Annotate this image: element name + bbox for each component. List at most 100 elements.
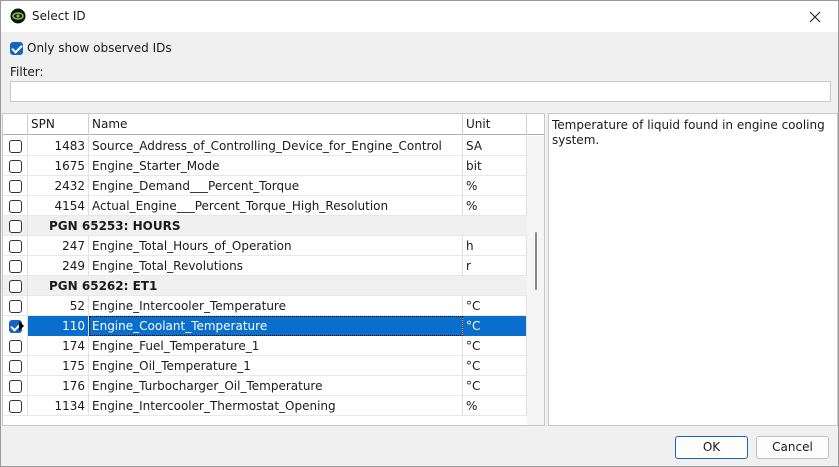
table-row[interactable]: 1675 Engine_Starter_Mode bit bbox=[3, 156, 527, 176]
row-checkbox-cell[interactable] bbox=[3, 376, 28, 396]
spn-cell[interactable]: 1675 bbox=[28, 156, 89, 176]
window-title: Select ID bbox=[32, 9, 86, 23]
current-row-arrow-icon bbox=[19, 321, 24, 331]
unit-cell[interactable]: °C bbox=[463, 376, 527, 396]
row-checkbox[interactable] bbox=[8, 219, 22, 233]
row-checkbox-cell[interactable] bbox=[3, 316, 28, 336]
unit-cell[interactable]: °C bbox=[463, 336, 527, 356]
only-observed-option[interactable]: Only show observed IDs bbox=[10, 41, 172, 55]
scrollbar-thumb[interactable] bbox=[535, 232, 537, 290]
unit-cell[interactable]: % bbox=[463, 176, 527, 196]
unit-cell[interactable]: r bbox=[463, 256, 527, 276]
row-checkbox[interactable] bbox=[8, 179, 22, 193]
ok-button[interactable]: OK bbox=[675, 436, 748, 459]
unit-cell[interactable]: h bbox=[463, 236, 527, 256]
close-button[interactable] bbox=[792, 1, 838, 32]
description-text: Temperature of liquid found in engine co… bbox=[552, 118, 825, 147]
group-label: PGN 65262: ET1 bbox=[49, 279, 158, 293]
spn-cell[interactable]: 1483 bbox=[28, 136, 89, 156]
header-unit[interactable]: Unit bbox=[463, 114, 527, 135]
name-cell[interactable]: Engine_Starter_Mode bbox=[89, 156, 463, 176]
name-cell[interactable]: Engine_Total_Hours_of_Operation bbox=[89, 236, 463, 256]
table-row[interactable]: 1483 Source_Address_of_Controlling_Device… bbox=[3, 136, 527, 156]
row-checkbox[interactable] bbox=[8, 239, 22, 253]
spn-cell[interactable]: 175 bbox=[28, 356, 89, 376]
row-checkbox[interactable] bbox=[8, 259, 22, 273]
name-cell[interactable]: Engine_Coolant_Temperature bbox=[89, 316, 463, 336]
spn-cell[interactable]: 176 bbox=[28, 376, 89, 396]
unit-cell[interactable]: SA bbox=[463, 136, 527, 156]
row-checkbox[interactable] bbox=[8, 279, 22, 293]
row-checkbox-cell[interactable] bbox=[3, 196, 28, 216]
row-checkbox-cell[interactable] bbox=[3, 136, 28, 156]
table-row[interactable]: 174 Engine_Fuel_Temperature_1 °C bbox=[3, 336, 527, 356]
description-panel: Temperature of liquid found in engine co… bbox=[548, 113, 838, 426]
table-row[interactable]: 110 Engine_Coolant_Temperature °C bbox=[3, 316, 527, 336]
table-row[interactable]: 176 Engine_Turbocharger_Oil_Temperature °C bbox=[3, 376, 527, 396]
grid-rows: 1483 Source_Address_of_Controlling_Device… bbox=[3, 136, 527, 416]
row-checkbox-cell[interactable] bbox=[3, 256, 28, 276]
name-cell[interactable]: Engine_Fuel_Temperature_1 bbox=[89, 336, 463, 356]
row-checkbox-cell[interactable] bbox=[3, 356, 28, 376]
table-row[interactable]: 249 Engine_Total_Revolutions r bbox=[3, 256, 527, 276]
unit-cell[interactable]: °C bbox=[463, 356, 527, 376]
unit-cell[interactable]: °C bbox=[463, 316, 527, 336]
table-row[interactable]: 4154 Actual_Engine___Percent_Torque_High_… bbox=[3, 196, 527, 216]
table-row[interactable]: 175 Engine_Oil_Temperature_1 °C bbox=[3, 356, 527, 376]
cancel-button[interactable]: Cancel bbox=[756, 436, 829, 459]
unit-cell[interactable]: °C bbox=[463, 296, 527, 316]
row-checkbox[interactable] bbox=[8, 379, 22, 393]
filter-input[interactable] bbox=[10, 81, 831, 102]
row-checkbox-cell[interactable] bbox=[3, 336, 28, 356]
spn-cell[interactable]: 1134 bbox=[28, 396, 89, 416]
row-checkbox-cell[interactable] bbox=[3, 296, 28, 316]
grid-header: SPN Name Unit bbox=[3, 114, 544, 135]
row-checkbox[interactable] bbox=[8, 159, 22, 173]
group-row[interactable]: PGN 65262: ET1 bbox=[3, 276, 527, 296]
name-cell[interactable]: Engine_Intercooler_Temperature bbox=[89, 296, 463, 316]
header-name[interactable]: Name bbox=[89, 114, 463, 135]
id-grid: SPN Name Unit 1483 Source_Address_of_Cont… bbox=[2, 113, 545, 426]
row-checkbox[interactable] bbox=[8, 139, 22, 153]
spn-cell[interactable]: 110 bbox=[28, 316, 89, 336]
table-row[interactable]: 2432 Engine_Demand___Percent_Torque% bbox=[3, 176, 527, 196]
table-row[interactable]: 247 Engine_Total_Hours_of_Operation h bbox=[3, 236, 527, 256]
only-observed-checkbox[interactable] bbox=[10, 41, 23, 55]
unit-cell[interactable]: bit bbox=[463, 156, 527, 176]
unit-cell[interactable]: % bbox=[463, 396, 527, 416]
row-checkbox[interactable] bbox=[8, 299, 22, 313]
name-cell[interactable]: Engine_Oil_Temperature_1 bbox=[89, 356, 463, 376]
unit-cell[interactable]: % bbox=[463, 196, 527, 216]
name-cell[interactable]: Engine_Turbocharger_Oil_Temperature bbox=[89, 376, 463, 396]
spn-cell[interactable]: 249 bbox=[28, 256, 89, 276]
row-checkbox[interactable] bbox=[8, 399, 22, 413]
row-checkbox-cell[interactable] bbox=[3, 176, 28, 196]
spn-cell[interactable]: 174 bbox=[28, 336, 89, 356]
spn-cell[interactable]: 247 bbox=[28, 236, 89, 256]
spn-cell[interactable]: 2432 bbox=[28, 176, 89, 196]
row-checkbox-cell[interactable] bbox=[3, 276, 28, 296]
row-checkbox[interactable] bbox=[8, 339, 22, 353]
filter-label: Filter: bbox=[10, 65, 44, 79]
vertical-scrollbar[interactable] bbox=[527, 136, 544, 425]
table-row[interactable]: 52 Engine_Intercooler_Temperature °C bbox=[3, 296, 527, 316]
row-checkbox-cell[interactable] bbox=[3, 396, 28, 416]
group-label: PGN 65253: HOURS bbox=[49, 219, 181, 233]
name-cell[interactable]: Source_Address_of_Controlling_Device_for… bbox=[89, 136, 463, 156]
group-row[interactable]: PGN 65253: HOURS bbox=[3, 216, 527, 236]
name-cell[interactable]: Actual_Engine___Percent_Torque_High_Reso… bbox=[89, 196, 463, 216]
row-checkbox-cell[interactable] bbox=[3, 236, 28, 256]
name-cell[interactable]: Engine_Demand___Percent_Torque bbox=[89, 176, 463, 196]
row-checkbox[interactable] bbox=[8, 359, 22, 373]
spn-cell[interactable]: 4154 bbox=[28, 196, 89, 216]
spn-cell[interactable]: 52 bbox=[28, 296, 89, 316]
row-checkbox-cell[interactable] bbox=[3, 216, 28, 236]
only-observed-label: Only show observed IDs bbox=[27, 41, 172, 55]
row-checkbox[interactable] bbox=[8, 199, 22, 213]
name-cell[interactable]: Engine_Total_Revolutions bbox=[89, 256, 463, 276]
table-row[interactable]: 1134 Engine_Intercooler_Thermostat_Openin… bbox=[3, 396, 527, 416]
row-checkbox-cell[interactable] bbox=[3, 156, 28, 176]
header-checkbox-column[interactable] bbox=[3, 114, 28, 135]
header-spn[interactable]: SPN bbox=[28, 114, 89, 135]
name-cell[interactable]: Engine_Intercooler_Thermostat_Opening bbox=[89, 396, 463, 416]
